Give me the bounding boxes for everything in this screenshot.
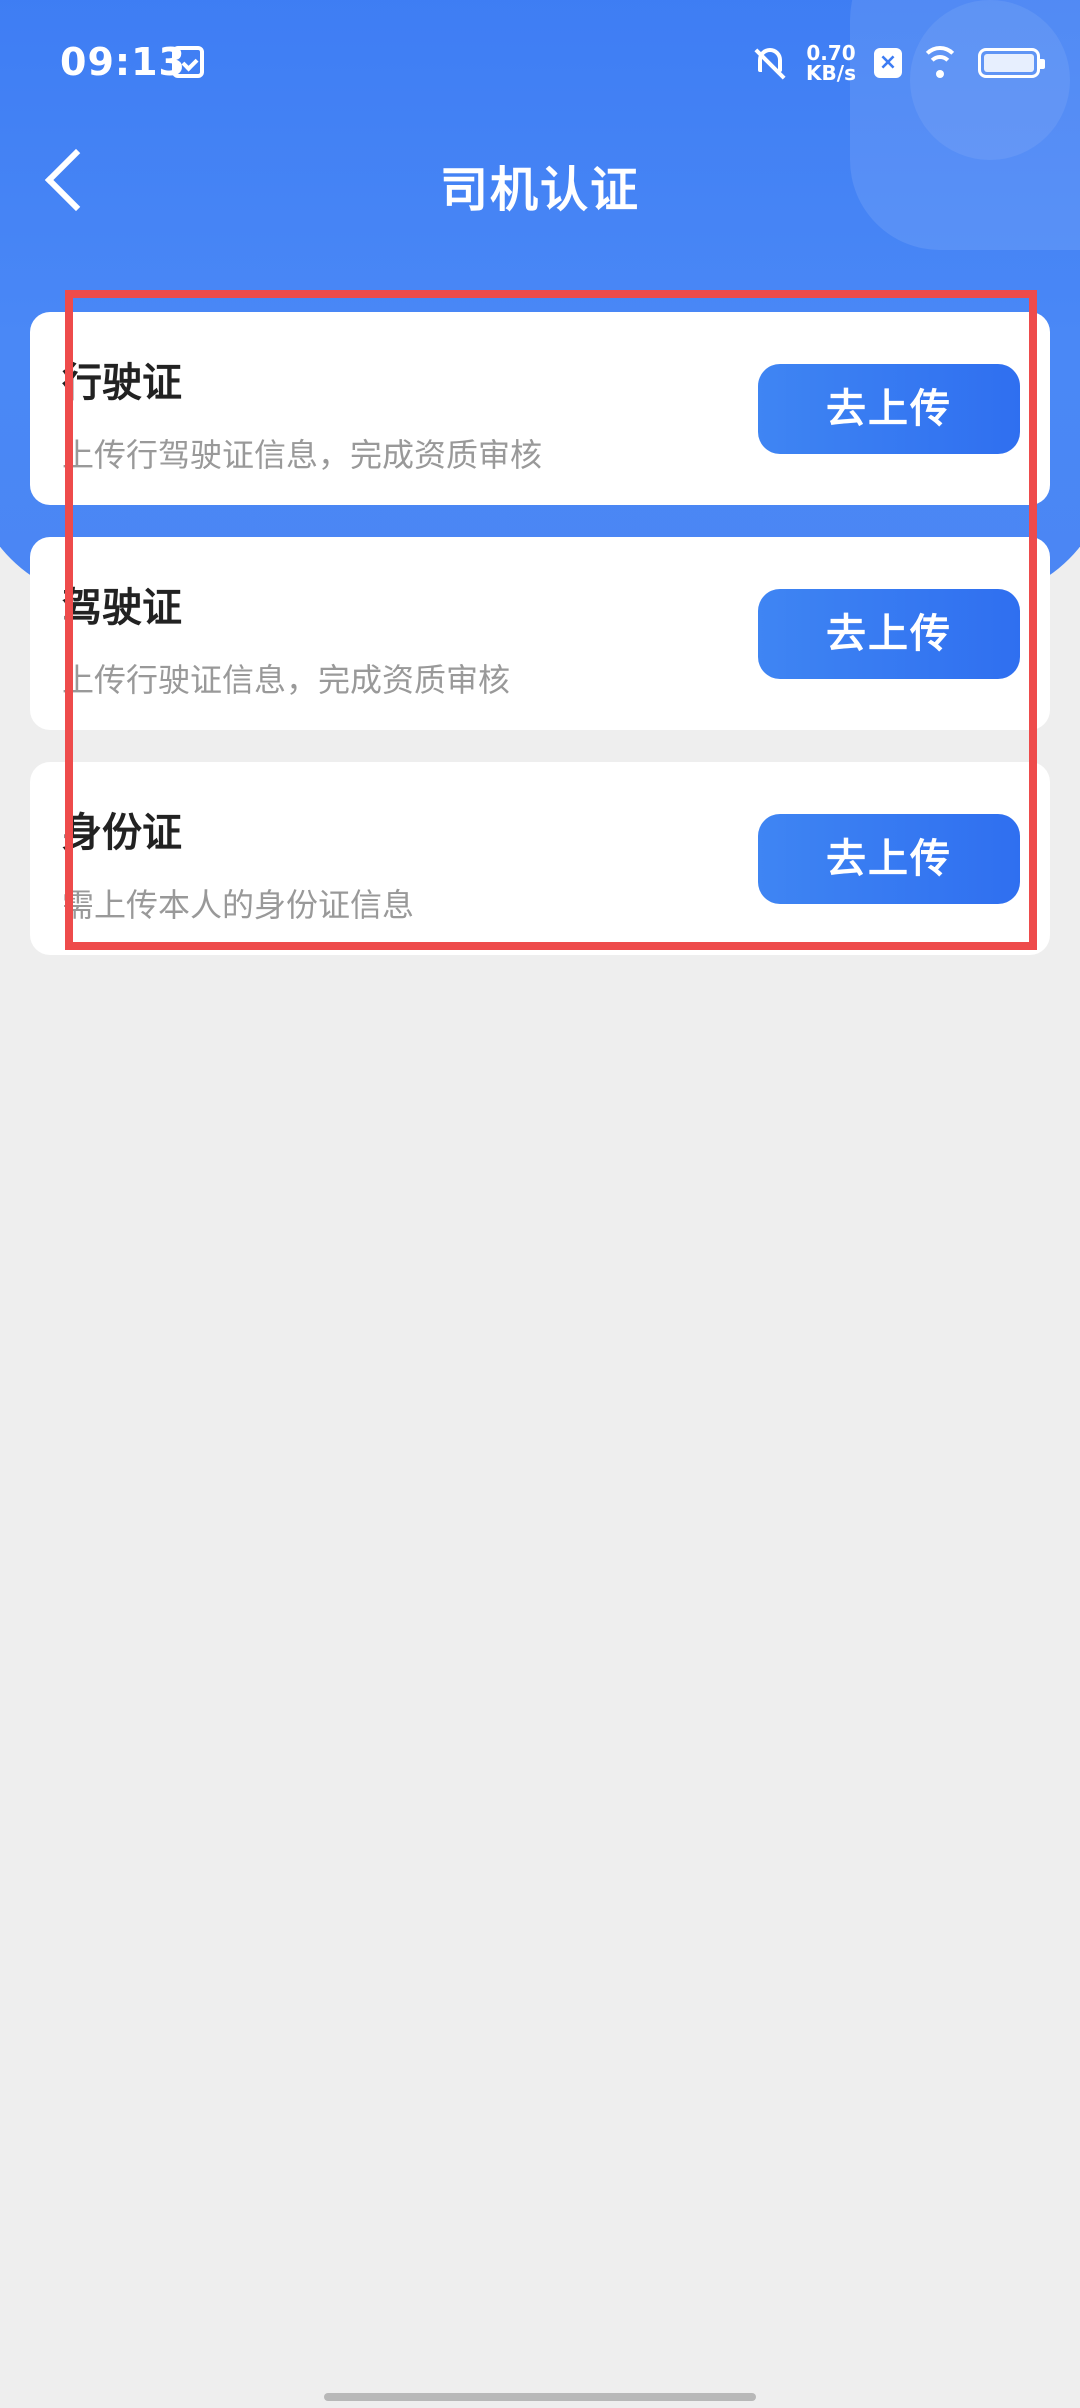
upload-id-card-button[interactable]: 去上传: [758, 814, 1020, 904]
network-speed-value: 0.70: [806, 41, 856, 65]
status-bar: 09:13 0.70 KB/s ×: [0, 0, 1080, 120]
network-speed: 0.70 KB/s: [806, 43, 856, 83]
home-indicator[interactable]: [324, 2393, 756, 2401]
wifi-icon: [920, 46, 960, 80]
status-icons: 0.70 KB/s ×: [754, 38, 1045, 88]
network-speed-unit: KB/s: [806, 61, 856, 85]
card-title: 身份证: [62, 810, 182, 856]
card-description: 需上传本人的身份证信息: [62, 886, 415, 924]
card-vehicle-license: 行驶证 上传行驾驶证信息，完成资质审核 去上传: [30, 312, 1050, 505]
app-notification-icon: [172, 46, 204, 78]
card-title: 行驶证: [62, 360, 182, 406]
x-badge-icon: ×: [874, 48, 902, 78]
certification-list: 行驶证 上传行驾驶证信息，完成资质审核 去上传 驾驶证 上传行驶证信息，完成资质…: [30, 312, 1050, 987]
upload-vehicle-license-button[interactable]: 去上传: [758, 364, 1020, 454]
card-title: 驾驶证: [62, 585, 182, 631]
upload-driver-license-button[interactable]: 去上传: [758, 589, 1020, 679]
screen: 09:13 0.70 KB/s × 司机认证 行驶证 上传行驾驶证信息，完成资质…: [0, 0, 1080, 2408]
battery-icon: [978, 48, 1045, 78]
card-id-card: 身份证 需上传本人的身份证信息 去上传: [30, 762, 1050, 955]
status-time: 09:13: [60, 40, 186, 84]
card-description: 上传行驾驶证信息，完成资质审核: [62, 436, 543, 474]
card-description: 上传行驶证信息，完成资质审核: [62, 661, 511, 699]
mute-icon: [754, 46, 788, 80]
card-driver-license: 驾驶证 上传行驶证信息，完成资质审核 去上传: [30, 537, 1050, 730]
page-title: 司机认证: [439, 162, 640, 218]
